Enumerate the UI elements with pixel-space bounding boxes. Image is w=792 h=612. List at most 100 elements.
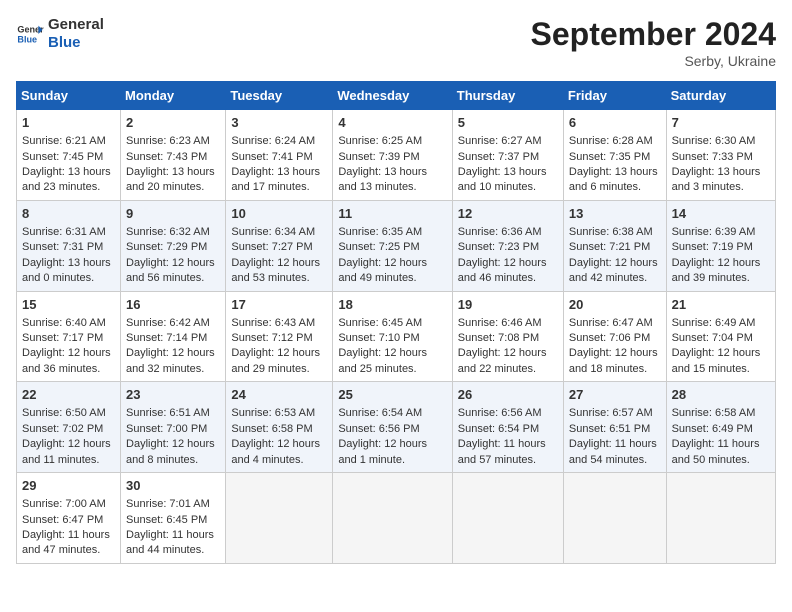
daylight-label: Daylight: 13 hours and 20 minutes. xyxy=(126,166,215,193)
table-row: 16 Sunrise: 6:42 AM Sunset: 7:14 PM Dayl… xyxy=(121,291,226,382)
table-row: 4 Sunrise: 6:25 AM Sunset: 7:39 PM Dayli… xyxy=(333,110,452,201)
daylight-label: Daylight: 13 hours and 17 minutes. xyxy=(231,166,320,193)
table-row: 13 Sunrise: 6:38 AM Sunset: 7:21 PM Dayl… xyxy=(563,200,666,291)
daylight-label: Daylight: 12 hours and 36 minutes. xyxy=(22,347,111,374)
sunrise: Sunrise: 6:24 AM xyxy=(231,135,315,147)
day-number: 17 xyxy=(231,296,327,314)
sunrise: Sunrise: 7:00 AM xyxy=(22,498,106,510)
day-number: 13 xyxy=(569,205,661,223)
daylight-label: Daylight: 12 hours and 49 minutes. xyxy=(338,257,427,284)
sunrise: Sunrise: 6:54 AM xyxy=(338,407,422,419)
day-number: 11 xyxy=(338,205,446,223)
sunset: Sunset: 6:54 PM xyxy=(458,423,539,435)
logo: General Blue General Blue xyxy=(16,16,104,52)
table-row: 1 Sunrise: 6:21 AM Sunset: 7:45 PM Dayli… xyxy=(17,110,121,201)
daylight-label: Daylight: 13 hours and 0 minutes. xyxy=(22,257,111,284)
table-row xyxy=(666,473,775,564)
calendar-row: 22 Sunrise: 6:50 AM Sunset: 7:02 PM Dayl… xyxy=(17,382,776,473)
day-number: 26 xyxy=(458,386,558,404)
day-number: 5 xyxy=(458,114,558,132)
sunset: Sunset: 7:27 PM xyxy=(231,241,312,253)
sunset: Sunset: 7:19 PM xyxy=(672,241,753,253)
table-row: 30 Sunrise: 7:01 AM Sunset: 6:45 PM Dayl… xyxy=(121,473,226,564)
daylight-label: Daylight: 12 hours and 25 minutes. xyxy=(338,347,427,374)
sunset: Sunset: 7:35 PM xyxy=(569,151,650,163)
sunrise: Sunrise: 6:46 AM xyxy=(458,317,542,329)
day-number: 9 xyxy=(126,205,220,223)
day-number: 25 xyxy=(338,386,446,404)
daylight-label: Daylight: 12 hours and 53 minutes. xyxy=(231,257,320,284)
sunrise: Sunrise: 6:30 AM xyxy=(672,135,756,147)
table-row: 15 Sunrise: 6:40 AM Sunset: 7:17 PM Dayl… xyxy=(17,291,121,382)
calendar-table: Sunday Monday Tuesday Wednesday Thursday… xyxy=(16,81,776,564)
day-number: 22 xyxy=(22,386,115,404)
daylight-label: Daylight: 12 hours and 32 minutes. xyxy=(126,347,215,374)
sunset: Sunset: 6:58 PM xyxy=(231,423,312,435)
table-row: 3 Sunrise: 6:24 AM Sunset: 7:41 PM Dayli… xyxy=(226,110,333,201)
sunrise: Sunrise: 6:39 AM xyxy=(672,226,756,238)
sunset: Sunset: 7:02 PM xyxy=(22,423,103,435)
day-number: 20 xyxy=(569,296,661,314)
sunrise: Sunrise: 6:25 AM xyxy=(338,135,422,147)
daylight-label: Daylight: 12 hours and 15 minutes. xyxy=(672,347,761,374)
day-number: 3 xyxy=(231,114,327,132)
day-number: 15 xyxy=(22,296,115,314)
sunrise: Sunrise: 6:51 AM xyxy=(126,407,210,419)
calendar-row: 1 Sunrise: 6:21 AM Sunset: 7:45 PM Dayli… xyxy=(17,110,776,201)
sunrise: Sunrise: 6:38 AM xyxy=(569,226,653,238)
sunrise: Sunrise: 6:28 AM xyxy=(569,135,653,147)
sunset: Sunset: 7:17 PM xyxy=(22,332,103,344)
day-number: 16 xyxy=(126,296,220,314)
daylight-label: Daylight: 12 hours and 39 minutes. xyxy=(672,257,761,284)
day-number: 23 xyxy=(126,386,220,404)
header-row: Sunday Monday Tuesday Wednesday Thursday… xyxy=(17,82,776,110)
sunset: Sunset: 7:08 PM xyxy=(458,332,539,344)
sunset: Sunset: 7:45 PM xyxy=(22,151,103,163)
day-number: 12 xyxy=(458,205,558,223)
table-row xyxy=(226,473,333,564)
day-number: 6 xyxy=(569,114,661,132)
table-row: 2 Sunrise: 6:23 AM Sunset: 7:43 PM Dayli… xyxy=(121,110,226,201)
table-row: 28 Sunrise: 6:58 AM Sunset: 6:49 PM Dayl… xyxy=(666,382,775,473)
sunrise: Sunrise: 6:42 AM xyxy=(126,317,210,329)
calendar-row: 29 Sunrise: 7:00 AM Sunset: 6:47 PM Dayl… xyxy=(17,473,776,564)
daylight-label: Daylight: 13 hours and 10 minutes. xyxy=(458,166,547,193)
daylight-label: Daylight: 13 hours and 3 minutes. xyxy=(672,166,761,193)
day-number: 18 xyxy=(338,296,446,314)
svg-text:Blue: Blue xyxy=(17,34,37,44)
table-row: 21 Sunrise: 6:49 AM Sunset: 7:04 PM Dayl… xyxy=(666,291,775,382)
logo-blue: Blue xyxy=(48,34,104,52)
table-row: 14 Sunrise: 6:39 AM Sunset: 7:19 PM Dayl… xyxy=(666,200,775,291)
daylight-label: Daylight: 12 hours and 22 minutes. xyxy=(458,347,547,374)
sunrise: Sunrise: 6:47 AM xyxy=(569,317,653,329)
sunset: Sunset: 6:51 PM xyxy=(569,423,650,435)
table-row: 9 Sunrise: 6:32 AM Sunset: 7:29 PM Dayli… xyxy=(121,200,226,291)
sunset: Sunset: 7:43 PM xyxy=(126,151,207,163)
day-number: 29 xyxy=(22,477,115,495)
table-row: 23 Sunrise: 6:51 AM Sunset: 7:00 PM Dayl… xyxy=(121,382,226,473)
sunset: Sunset: 7:04 PM xyxy=(672,332,753,344)
sunrise: Sunrise: 6:50 AM xyxy=(22,407,106,419)
page-header: General Blue General Blue September 2024… xyxy=(16,16,776,69)
day-number: 24 xyxy=(231,386,327,404)
daylight-label: Daylight: 11 hours and 57 minutes. xyxy=(458,438,546,465)
table-row: 22 Sunrise: 6:50 AM Sunset: 7:02 PM Dayl… xyxy=(17,382,121,473)
calendar-row: 15 Sunrise: 6:40 AM Sunset: 7:17 PM Dayl… xyxy=(17,291,776,382)
sunrise: Sunrise: 6:45 AM xyxy=(338,317,422,329)
daylight-label: Daylight: 12 hours and 29 minutes. xyxy=(231,347,320,374)
sunrise: Sunrise: 6:36 AM xyxy=(458,226,542,238)
sunset: Sunset: 7:29 PM xyxy=(126,241,207,253)
logo-icon: General Blue xyxy=(16,20,44,48)
calendar-row: 8 Sunrise: 6:31 AM Sunset: 7:31 PM Dayli… xyxy=(17,200,776,291)
day-number: 2 xyxy=(126,114,220,132)
day-number: 4 xyxy=(338,114,446,132)
sunrise: Sunrise: 6:40 AM xyxy=(22,317,106,329)
sunset: Sunset: 7:33 PM xyxy=(672,151,753,163)
daylight-label: Daylight: 12 hours and 8 minutes. xyxy=(126,438,215,465)
daylight-label: Daylight: 12 hours and 4 minutes. xyxy=(231,438,320,465)
sunrise: Sunrise: 6:57 AM xyxy=(569,407,653,419)
table-row: 25 Sunrise: 6:54 AM Sunset: 6:56 PM Dayl… xyxy=(333,382,452,473)
table-row xyxy=(452,473,563,564)
sunrise: Sunrise: 6:43 AM xyxy=(231,317,315,329)
sunset: Sunset: 7:12 PM xyxy=(231,332,312,344)
